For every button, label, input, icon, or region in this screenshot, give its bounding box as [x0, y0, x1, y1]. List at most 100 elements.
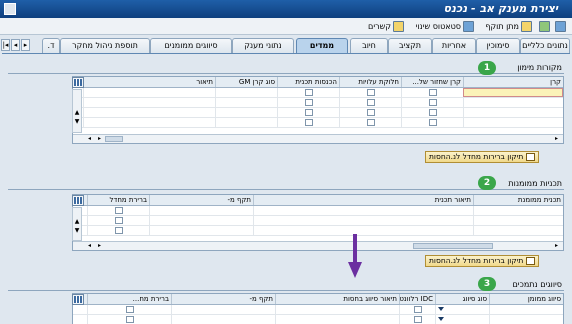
fix-defaults-button-2[interactable]: תיקון ברירות מחדל לנ.החסות	[425, 255, 540, 267]
checkbox[interactable]	[125, 306, 134, 313]
col-gm-fund-type[interactable]: סוג קרן GM	[215, 77, 277, 87]
scroll-end-icon[interactable]: ▸	[552, 135, 561, 143]
scroll-right-icon[interactable]: ▸	[95, 242, 104, 250]
sponsored-programs-section: תכניות ממומנות 2 תכנית ממומנת תיאור תכני…	[8, 176, 564, 269]
table-row[interactable]	[73, 206, 563, 216]
scroll-end-icon[interactable]: ▸	[552, 242, 561, 250]
change-status-button[interactable]: סטאטוס שינוי	[416, 20, 474, 33]
checkbox[interactable]	[114, 207, 123, 214]
scroll-up-icon[interactable]	[73, 90, 81, 99]
table-settings-icon[interactable]	[72, 77, 84, 88]
horizontal-scrollbar[interactable]: ◂ ▸ ▸	[73, 134, 563, 143]
tab-more[interactable]: ד.	[42, 38, 60, 53]
tab-dimensions[interactable]: ממדים	[296, 38, 348, 53]
col-valid-from[interactable]: תקף מ-	[171, 294, 275, 304]
col-idc-relevant[interactable]: IDC רלוונטי	[399, 294, 435, 304]
checkbox[interactable]	[413, 306, 422, 313]
table-settings-icon[interactable]	[72, 294, 84, 305]
checkbox[interactable]	[413, 316, 422, 323]
tab-general-data[interactable]: נתונים כלליים	[520, 38, 570, 53]
status-icon	[463, 21, 474, 32]
table-header: תכנית ממומנת תיאור תכנית תקף מ- ברירת מח…	[73, 195, 563, 206]
tab-billing[interactable]: חיוב	[350, 38, 388, 53]
application-toolbar: מתן תוקף סטאטוס שינוי קשרים	[0, 18, 572, 35]
tab-scroll-right-button[interactable]: ▸	[21, 39, 30, 51]
fix-defaults-icon	[526, 257, 536, 265]
scroll-left-icon[interactable]: ◂	[85, 242, 94, 250]
save-button[interactable]	[555, 20, 566, 33]
validate-label: מתן תוקף	[485, 22, 519, 31]
col-program-description[interactable]: תיאור תכנית	[253, 195, 473, 205]
col-program-income[interactable]: הכנסות תכנית	[277, 77, 339, 87]
vertical-scrollbar[interactable]: ▲ ▼	[72, 207, 82, 241]
table-settings-icon[interactable]	[72, 195, 84, 206]
checkbox[interactable]	[125, 316, 134, 323]
dropdown-arrow-icon[interactable]	[438, 307, 444, 311]
validate-button[interactable]: מתן תוקף	[485, 20, 532, 33]
horizontal-scrollbar[interactable]: ◂ ▸ ▸	[73, 241, 563, 250]
tab-responsibility[interactable]: אחריות	[432, 38, 476, 53]
checkbox[interactable]	[304, 119, 313, 126]
checkbox[interactable]	[366, 119, 375, 126]
dropdown-arrow-icon[interactable]	[438, 317, 444, 321]
col-fund[interactable]: קרן	[463, 77, 563, 87]
checkbox[interactable]	[366, 99, 375, 106]
step-badge-1: 1	[478, 61, 496, 75]
scroll-right-icon[interactable]: ▸	[95, 135, 104, 143]
scroll-down-icon[interactable]: ▼	[73, 117, 81, 126]
table-row[interactable]	[73, 305, 563, 315]
checkbox[interactable]	[428, 109, 437, 116]
tab-grant-data[interactable]: נתוני מענק	[232, 38, 294, 53]
table-row[interactable]	[73, 226, 563, 236]
fund-input[interactable]	[463, 88, 563, 97]
funding-sources-table: קרן קרן שחזור של... חלוקת עלויות הכנסות …	[72, 76, 564, 144]
vertical-scrollbar[interactable]: ▲ ▼	[72, 89, 82, 133]
scroll-down-icon[interactable]: ▼	[73, 226, 81, 235]
checkbox[interactable]	[366, 109, 375, 116]
col-class-type[interactable]: סוג סיווג	[435, 294, 489, 304]
scroll-up-icon[interactable]: ▲	[73, 108, 81, 117]
table-row[interactable]	[73, 98, 563, 108]
col-sponsored-class[interactable]: סיווג ממומן	[489, 294, 563, 304]
tab-scroll-left-button[interactable]: ◂	[11, 39, 20, 51]
checkbox[interactable]	[304, 89, 313, 96]
table-row[interactable]	[73, 216, 563, 226]
tab-budget[interactable]: תקציב	[388, 38, 432, 53]
scrollbar-thumb[interactable]	[105, 136, 123, 142]
window-title: יצירת מענק אב - נכנס	[443, 2, 558, 15]
scrollbar-thumb[interactable]	[413, 243, 493, 249]
sponsored-programs-table: תכנית ממומנת תיאור תכנית תקף מ- ברירת מח…	[72, 194, 564, 251]
scroll-left-icon[interactable]: ◂	[85, 135, 94, 143]
checkbox[interactable]	[304, 109, 313, 116]
col-default[interactable]: ברירת מח...	[87, 294, 171, 304]
checkbox[interactable]	[366, 89, 375, 96]
checkbox[interactable]	[428, 89, 437, 96]
scroll-up-icon[interactable]: ▲	[73, 217, 81, 226]
checkbox[interactable]	[428, 99, 437, 106]
table-row[interactable]	[73, 315, 563, 324]
col-default[interactable]: ברירת מחדל	[87, 195, 149, 205]
tab-sponsored-classes[interactable]: סיווגים ממומנים	[150, 38, 232, 53]
table-row[interactable]	[73, 108, 563, 118]
checkbox[interactable]	[304, 99, 313, 106]
checkbox[interactable]	[114, 217, 123, 224]
col-sponsored-program[interactable]: תכנית ממומנת	[473, 195, 563, 205]
col-recovery-fund[interactable]: קרן שחזור של...	[401, 77, 463, 87]
tab-scroll-first-button[interactable]: |◂	[1, 39, 10, 51]
table-row[interactable]	[73, 118, 563, 128]
create-button[interactable]	[539, 20, 550, 33]
col-cost-sharing[interactable]: חלוקת עלויות	[339, 77, 401, 87]
relationships-button[interactable]: קשרים	[368, 20, 404, 33]
col-description[interactable]: תיאור	[83, 77, 215, 87]
window-menu-icon[interactable]	[4, 3, 16, 15]
table-row[interactable]	[73, 88, 563, 98]
col-valid-from[interactable]: תקף מ-	[149, 195, 253, 205]
tab-research-admin-fee[interactable]: תוספת ניהול מחקר	[60, 38, 150, 53]
tab-references[interactable]: סימוכין	[476, 38, 520, 53]
checkbox[interactable]	[114, 227, 123, 234]
fix-defaults-button-1[interactable]: תיקון ברירות מחדל לנ.החסות	[425, 151, 540, 163]
annotation-arrow-icon	[348, 234, 362, 278]
checkbox[interactable]	[428, 119, 437, 126]
fix-defaults-icon	[526, 153, 536, 161]
col-class-description[interactable]: תיאור סיווג בחסות	[275, 294, 399, 304]
